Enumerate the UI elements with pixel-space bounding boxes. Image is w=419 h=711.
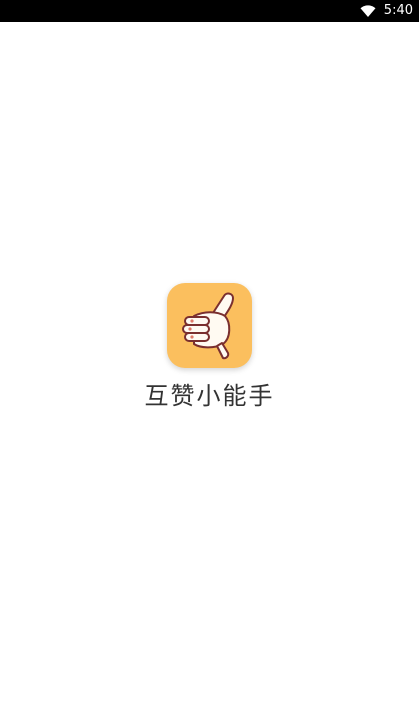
- thumbs-up-hand-icon: [182, 292, 234, 360]
- app-logo: [167, 283, 252, 368]
- app-name: 互赞小能手: [144, 382, 275, 410]
- wifi-icon: [360, 4, 376, 18]
- status-bar: 5:40: [0, 0, 419, 22]
- splash-screen: 5:40 互赞小能手: [0, 0, 419, 711]
- status-time: 5:40: [383, 3, 413, 18]
